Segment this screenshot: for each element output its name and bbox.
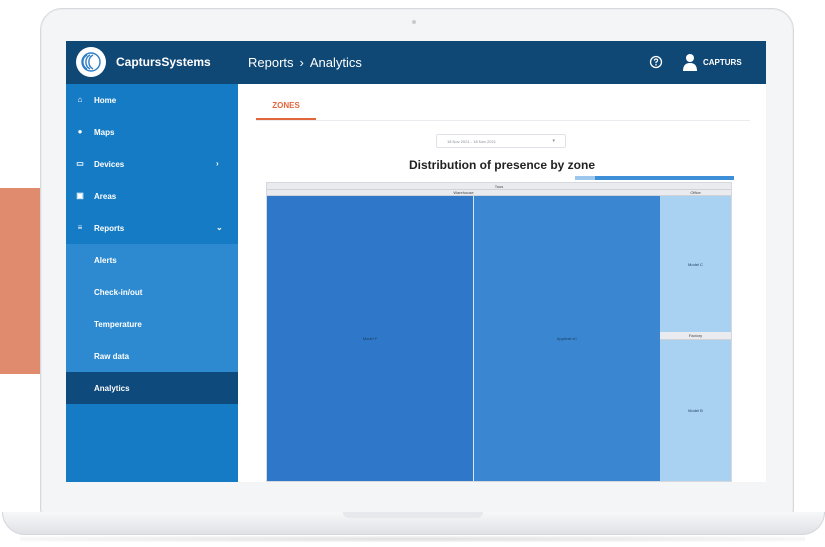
home-icon: ⌂	[77, 94, 83, 104]
caret-down-icon: ▾	[552, 138, 555, 144]
treemap-cell-model-b[interactable]: Model B	[660, 340, 731, 481]
tab-zones[interactable]: ZONES	[256, 98, 316, 118]
treemap-group-factory[interactable]: Factory	[660, 332, 731, 340]
legend-bar-segment	[575, 176, 595, 180]
sidebar-subitem-raw-data[interactable]: Raw data	[66, 340, 238, 372]
sidebar-item-label: Reports	[94, 224, 125, 233]
tab-divider	[256, 120, 750, 121]
sidebar-subitem-alerts[interactable]: Alerts	[66, 244, 238, 276]
username[interactable]: CAPTURS	[703, 58, 742, 67]
treemap-cell-applicat-xc[interactable]: Applicat xC	[474, 196, 660, 481]
help-icon[interactable]	[649, 55, 663, 69]
sidebar-item-areas[interactable]: ▣ Areas	[66, 180, 238, 212]
chevron-down-icon: ⌄	[216, 223, 223, 232]
sidebar-item-maps[interactable]: ● Maps	[66, 116, 238, 148]
user-icon[interactable]	[683, 53, 697, 71]
treemap-cell-model-c[interactable]: Model C	[660, 196, 731, 332]
sidebar-subitem-label: Check-in/out	[94, 288, 143, 297]
screen: CaptursSystems Reports › Analytics CAPTURS…	[66, 41, 766, 482]
areas-icon: ▣	[76, 190, 84, 200]
sidebar-item-reports[interactable]: ≡ Reports ⌄	[66, 212, 238, 244]
sidebar-item-label: Home	[94, 96, 117, 105]
treemap-cell-model-f[interactable]: Model F	[267, 196, 474, 481]
laptop-base-notch	[343, 512, 483, 518]
sidebar-item-home[interactable]: ⌂ Home	[66, 84, 238, 116]
sidebar-subitem-label: Raw data	[94, 352, 130, 361]
date-range-value: 18 Nov 2021 - 18 Nov 2021	[447, 139, 496, 144]
sidebar-subitem-label: Temperature	[94, 320, 142, 329]
sidebar-subitem-label: Alerts	[94, 256, 117, 265]
legend-bar	[575, 176, 734, 180]
brand[interactable]: CaptursSystems	[66, 41, 238, 84]
sidebar-item-label: Devices	[94, 160, 125, 169]
sidebar: ⌂ Home ● Maps ▭ Devices › ▣ Areas ≡ Repo…	[66, 84, 238, 482]
sidebar-subitem-label: Analytics	[94, 384, 130, 393]
logo-icon	[76, 47, 106, 77]
sidebar-subitem-analytics[interactable]: Analytics	[66, 372, 238, 404]
breadcrumb-separator: ›	[299, 55, 304, 70]
sidebar-subitem-temperature[interactable]: Temperature	[66, 308, 238, 340]
map-pin-icon: ●	[77, 126, 83, 136]
laptop-shadow	[20, 536, 805, 542]
treemap-chart: Tous Warehouse Office Model F Applicat x…	[266, 182, 732, 482]
sidebar-subitem-check-in-out[interactable]: Check-in/out	[66, 276, 238, 308]
breadcrumb-reports[interactable]: Reports	[248, 55, 294, 70]
devices-icon: ▭	[76, 158, 84, 168]
treemap-root-header[interactable]: Tous	[267, 183, 731, 190]
main-content: ZONES 18 Nov 2021 - 18 Nov 2021 ▾ Distri…	[238, 84, 766, 482]
app-header: CaptursSystems Reports › Analytics CAPTURS	[66, 41, 766, 84]
sidebar-item-label: Maps	[94, 128, 115, 137]
brand-name: CaptursSystems	[116, 55, 211, 69]
breadcrumb: Reports › Analytics	[248, 55, 362, 70]
chart-title: Distribution of presence by zone	[408, 158, 596, 172]
breadcrumb-analytics: Analytics	[309, 55, 362, 70]
reports-icon: ≡	[77, 222, 83, 232]
camera-dot	[412, 20, 416, 24]
sidebar-item-devices[interactable]: ▭ Devices ›	[66, 148, 238, 180]
chevron-right-icon: ›	[216, 159, 219, 168]
sidebar-item-label: Areas	[94, 192, 117, 201]
date-range-picker[interactable]: 18 Nov 2021 - 18 Nov 2021 ▾	[436, 134, 566, 148]
